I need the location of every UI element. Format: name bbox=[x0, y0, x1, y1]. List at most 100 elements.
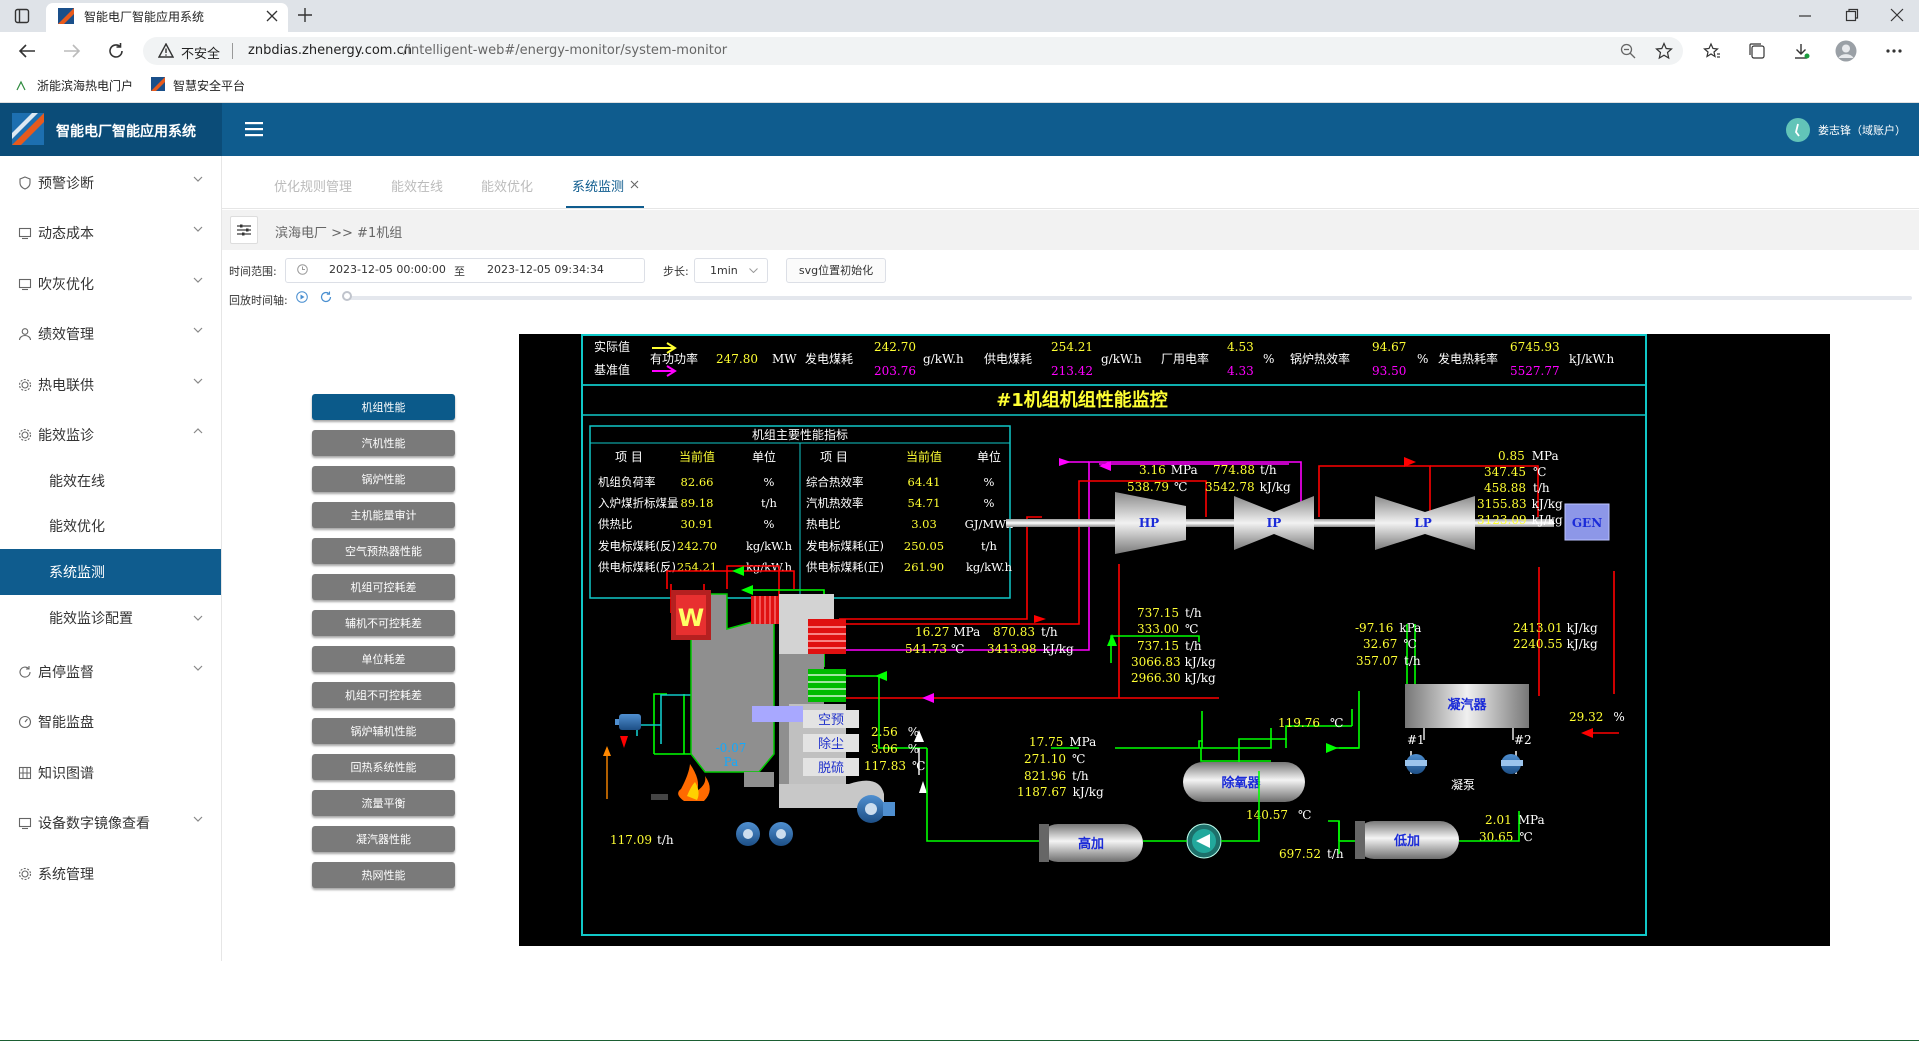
gear-icon bbox=[18, 867, 32, 881]
user-name[interactable]: 娄志锋（域账户） bbox=[1818, 122, 1906, 138]
sidebar-item-warning-diagnosis[interactable]: 预警诊断 bbox=[0, 160, 221, 206]
tab-energy-online[interactable]: 能效在线 bbox=[391, 176, 443, 195]
hp-exhaust-flow-2: 737.15 t/h bbox=[1137, 639, 1202, 653]
indicator-table-cell: 89.18 bbox=[681, 496, 714, 510]
indicator-table-header: 项 目 bbox=[615, 450, 643, 464]
breadcrumb: 滨海电厂 >> #1机组 bbox=[275, 226, 403, 241]
tab-actions-icon[interactable] bbox=[14, 8, 30, 24]
step-select[interactable]: 1min bbox=[694, 258, 768, 283]
perf-nav-button-10[interactable]: 回热系统性能 bbox=[312, 754, 455, 780]
summary-actual-gen-coal: 242.70 bbox=[874, 340, 916, 354]
pump-2-label: #2 bbox=[1514, 733, 1532, 747]
chevron-down-icon bbox=[193, 277, 203, 283]
perf-nav-button-7[interactable]: 单位耗差 bbox=[312, 646, 455, 672]
bookmark-1[interactable]: 浙能滨海热电门户 bbox=[37, 77, 133, 94]
summary-actual-boiler-eff: 94.67 bbox=[1372, 340, 1406, 354]
user-avatar[interactable] bbox=[1786, 118, 1810, 142]
indicator-table-cell: t/h bbox=[761, 496, 777, 510]
url-host[interactable]: znbdias.zhenergy.com.cn bbox=[248, 43, 412, 58]
sidebar-item-dynamic-cost[interactable]: 动态成本 bbox=[0, 210, 221, 256]
perf-nav-button-11[interactable]: 流量平衡 bbox=[312, 790, 455, 816]
bookmark-2[interactable]: 智慧安全平台 bbox=[173, 77, 245, 94]
sidebar-subitem-diagnosis-config[interactable]: 能效监诊配置 bbox=[0, 595, 221, 641]
sidebar-item-performance[interactable]: 绩效管理 bbox=[0, 311, 221, 357]
sidebar-item-digital-mirror[interactable]: 设备数字镜像查看 bbox=[0, 800, 221, 846]
hp-exhaust-temp: 333.00 ℃ bbox=[1137, 622, 1198, 636]
timeline-slider-handle[interactable] bbox=[342, 291, 352, 301]
indicator-table-cell: 254.21 bbox=[677, 560, 717, 574]
sidebar-item-label: 能效监诊 bbox=[38, 428, 94, 444]
sidebar-subitem-system-monitor[interactable]: 系统监测 bbox=[0, 549, 221, 595]
collections-icon[interactable] bbox=[1748, 42, 1766, 60]
sidebar-item-soot-blowing[interactable]: 吹灰优化 bbox=[0, 261, 221, 307]
indicator-table-cell: 机组负荷率 bbox=[598, 475, 656, 489]
summary-label-gen-coal: 发电煤耗 bbox=[805, 351, 853, 366]
back-icon[interactable] bbox=[18, 43, 36, 59]
more-icon[interactable] bbox=[1886, 49, 1902, 53]
grid-icon bbox=[18, 766, 32, 780]
sidebar-item-energy-diagnosis[interactable]: 能效监诊 bbox=[0, 412, 221, 458]
favorites-icon[interactable] bbox=[1703, 42, 1721, 60]
indicator-table-cell: t/h bbox=[981, 539, 997, 553]
condensate-pump-1 bbox=[1405, 751, 1427, 774]
forced-draft-fan-1 bbox=[736, 822, 760, 846]
reload-icon[interactable] bbox=[107, 42, 125, 60]
sidebar-subitem-energy-optimization[interactable]: 能效优化 bbox=[0, 503, 221, 549]
security-label[interactable]: 不安全 bbox=[181, 43, 220, 62]
clock-icon bbox=[297, 264, 308, 275]
timeline-slider-track[interactable] bbox=[347, 296, 1912, 300]
sidebar-item-system-admin[interactable]: 系统管理 bbox=[0, 851, 221, 897]
perf-nav-button-2[interactable]: 锅炉性能 bbox=[312, 466, 455, 492]
ip-pressure: 3.16 MPa bbox=[1139, 463, 1198, 477]
feedwater-enthalpy: 1187.67 kJ/kg bbox=[1017, 785, 1104, 799]
perf-nav-button-13[interactable]: 热网性能 bbox=[312, 862, 455, 888]
sidebar-item-knowledge-graph[interactable]: 知识图谱 bbox=[0, 750, 221, 796]
restore-icon[interactable] bbox=[1845, 8, 1859, 22]
indicator-table-cell: 综合热效率 bbox=[806, 475, 864, 489]
indicator-table-cell: 发电标煤耗(反) bbox=[598, 539, 676, 553]
minimize-icon[interactable] bbox=[1798, 9, 1812, 23]
profile-avatar[interactable] bbox=[1835, 40, 1857, 62]
download-icon[interactable] bbox=[1792, 42, 1810, 60]
play-icon[interactable] bbox=[296, 291, 308, 303]
url-path[interactable]: /intelligent-web#/energy-monitor/system-… bbox=[403, 43, 727, 58]
close-window-icon[interactable] bbox=[1890, 8, 1904, 22]
svg-reset-button[interactable]: svg位置初始化 bbox=[786, 258, 886, 283]
summary-unit-gen-coal: g/kW.h bbox=[923, 352, 964, 366]
new-tab-icon[interactable] bbox=[297, 7, 313, 23]
filter-settings-icon[interactable] bbox=[230, 216, 258, 244]
diagram-title: #1机组机组性能监控 bbox=[996, 389, 1168, 411]
tab-optimization-rules[interactable]: 优化规则管理 bbox=[274, 176, 352, 195]
close-tab-icon[interactable] bbox=[266, 10, 278, 22]
tab-close-icon[interactable] bbox=[630, 180, 639, 189]
perf-nav-button-8[interactable]: 机组不可控耗差 bbox=[312, 682, 455, 708]
perf-nav-button-0[interactable]: 机组性能 bbox=[312, 394, 455, 420]
sidebar-item-chp[interactable]: 热电联供 bbox=[0, 362, 221, 408]
tab-system-monitor[interactable]: 系统监测 bbox=[572, 176, 624, 195]
replay-icon[interactable] bbox=[320, 291, 332, 303]
zoom-icon[interactable] bbox=[1620, 43, 1636, 59]
perf-nav-button-5[interactable]: 机组可控耗差 bbox=[312, 574, 455, 600]
start-date-input[interactable]: 2023-12-05 00:00:00 bbox=[329, 263, 446, 276]
perf-nav-button-4[interactable]: 空气预热器性能 bbox=[312, 538, 455, 564]
perf-nav-button-9[interactable]: 锅炉辅机性能 bbox=[312, 718, 455, 744]
forward-icon[interactable] bbox=[63, 43, 81, 59]
perf-nav-button-1[interactable]: 汽机性能 bbox=[312, 430, 455, 456]
menu-toggle-icon[interactable] bbox=[245, 121, 263, 137]
perf-nav-button-6[interactable]: 辅机不可控耗差 bbox=[312, 610, 455, 636]
sidebar-item-label: 吹灰优化 bbox=[38, 277, 94, 293]
warning-icon[interactable] bbox=[158, 43, 174, 58]
sidebar-item-startstop[interactable]: 启停监督 bbox=[0, 649, 221, 695]
sidebar-item-smart-monitor[interactable]: 智能监盘 bbox=[0, 699, 221, 745]
shield-icon bbox=[19, 176, 31, 190]
end-date-input[interactable]: 2023-12-05 09:34:34 bbox=[487, 263, 604, 276]
sidebar-subitem-energy-online[interactable]: 能效在线 bbox=[0, 458, 221, 504]
lp-heater-line bbox=[1202, 728, 1272, 749]
app-header bbox=[0, 103, 1919, 156]
indicator-table-header: 当前值 bbox=[906, 449, 942, 464]
perf-nav-button-12[interactable]: 凝汽器性能 bbox=[312, 826, 455, 852]
tab-energy-optimization[interactable]: 能效优化 bbox=[481, 176, 533, 195]
perf-nav-button-3[interactable]: 主机能量审计 bbox=[312, 502, 455, 528]
lp-label: LP bbox=[1414, 516, 1431, 530]
favorite-add-icon[interactable] bbox=[1655, 42, 1673, 60]
